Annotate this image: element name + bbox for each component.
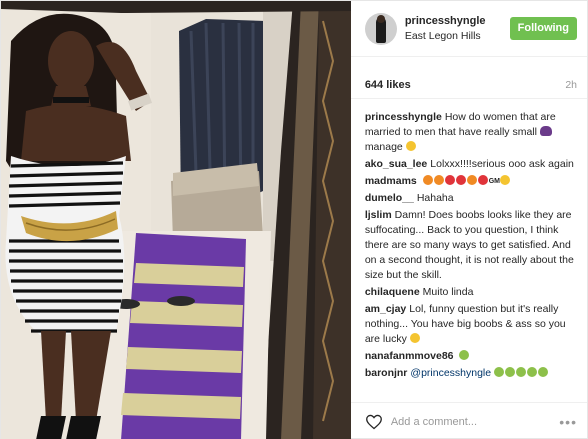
laughing-emoji-icon xyxy=(494,367,505,377)
comment-item: baronjnr @princesshyngle xyxy=(365,366,577,381)
location-link[interactable]: East Legon Hills xyxy=(405,29,510,43)
comment-footer: Add a comment... ••• xyxy=(350,402,587,439)
post-meta: 644 likes 2h xyxy=(350,57,587,99)
comment-username[interactable]: ljslim xyxy=(365,209,392,221)
confused-face-emoji-icon xyxy=(405,141,416,151)
likes-count[interactable]: 644 likes xyxy=(365,79,411,91)
comment-item: princesshyngle How do women that are marr… xyxy=(365,110,577,155)
mention-link[interactable]: @princesshyngle xyxy=(410,367,491,379)
comment-item: am_cjay Lol, funny question but it's real… xyxy=(365,302,577,347)
heart-emoji-icon xyxy=(444,175,455,185)
laughing-emoji-icon xyxy=(516,367,527,377)
post-time[interactable]: 2h xyxy=(565,79,577,91)
comment-item: chilaquene Muito linda xyxy=(365,285,577,300)
post-modal: princesshyngle East Legon Hills Followin… xyxy=(0,0,588,439)
laughing-emoji-icon xyxy=(527,367,538,377)
comment-username[interactable]: baronjnr xyxy=(365,367,408,379)
comment-username[interactable]: madmams xyxy=(365,175,417,187)
person-emoji-icon xyxy=(499,175,510,185)
eggplant-emoji-icon xyxy=(539,126,552,136)
add-comment-input[interactable]: Add a comment... xyxy=(391,416,559,428)
post-header: princesshyngle East Legon Hills Followin… xyxy=(350,1,587,57)
heart-icon[interactable] xyxy=(365,414,383,430)
mirror-selfie-image xyxy=(1,1,351,439)
comment-username[interactable]: am_cjay xyxy=(365,303,406,315)
comment-item: nanafanmmove86 xyxy=(365,349,577,364)
comment-username[interactable]: princesshyngle xyxy=(365,111,442,123)
comment-text: Hahaha xyxy=(416,192,454,204)
heart-eyes-emoji-icon xyxy=(466,175,477,185)
comment-username[interactable]: nanafanmmove86 xyxy=(365,350,454,362)
comment-item: ako_sua_lee Lolxxx!!!!serious ooo ask aga… xyxy=(365,157,577,172)
comments-list: princesshyngle How do women that are marr… xyxy=(351,99,587,402)
post-side-panel: princesshyngle East Legon Hills Followin… xyxy=(350,1,587,439)
comment-item: dumelo__ Hahaha xyxy=(365,191,577,206)
following-button[interactable]: Following xyxy=(509,16,577,41)
avatar[interactable] xyxy=(364,12,397,45)
comment-item: ljslim Damn! Does boobs looks like they a… xyxy=(365,208,577,283)
post-photo[interactable] xyxy=(1,1,351,439)
comment-username[interactable]: dumelo__ xyxy=(365,192,414,204)
comment-text: manage xyxy=(364,141,403,153)
heart-eyes-emoji-icon xyxy=(477,175,488,185)
avatar-head xyxy=(376,14,385,23)
smile-emoji-icon xyxy=(409,333,420,343)
comment-username[interactable]: chilaquene xyxy=(365,286,420,298)
comment-text: Muito linda xyxy=(422,286,474,298)
laughing-emoji-icon xyxy=(459,350,470,360)
more-options-icon[interactable]: ••• xyxy=(559,414,577,430)
comment-text: Damn! Does boobs looks like they are suf… xyxy=(364,209,574,281)
comment-item: madmams GM xyxy=(365,174,577,189)
laughing-emoji-icon xyxy=(505,367,516,377)
comment-username[interactable]: ako_sua_lee xyxy=(365,158,427,170)
username-link[interactable]: princesshyngle xyxy=(405,14,510,29)
gm-emoji-icon: GM xyxy=(488,178,500,185)
user-info: princesshyngle East Legon Hills xyxy=(405,14,510,43)
comment-text: Lolxxx!!!!serious ooo ask again xyxy=(430,158,574,170)
fire-emoji-icon xyxy=(433,175,444,185)
laughing-emoji-icon xyxy=(538,367,549,377)
heart-emoji-icon xyxy=(455,175,466,185)
fire-emoji-icon xyxy=(422,175,433,185)
